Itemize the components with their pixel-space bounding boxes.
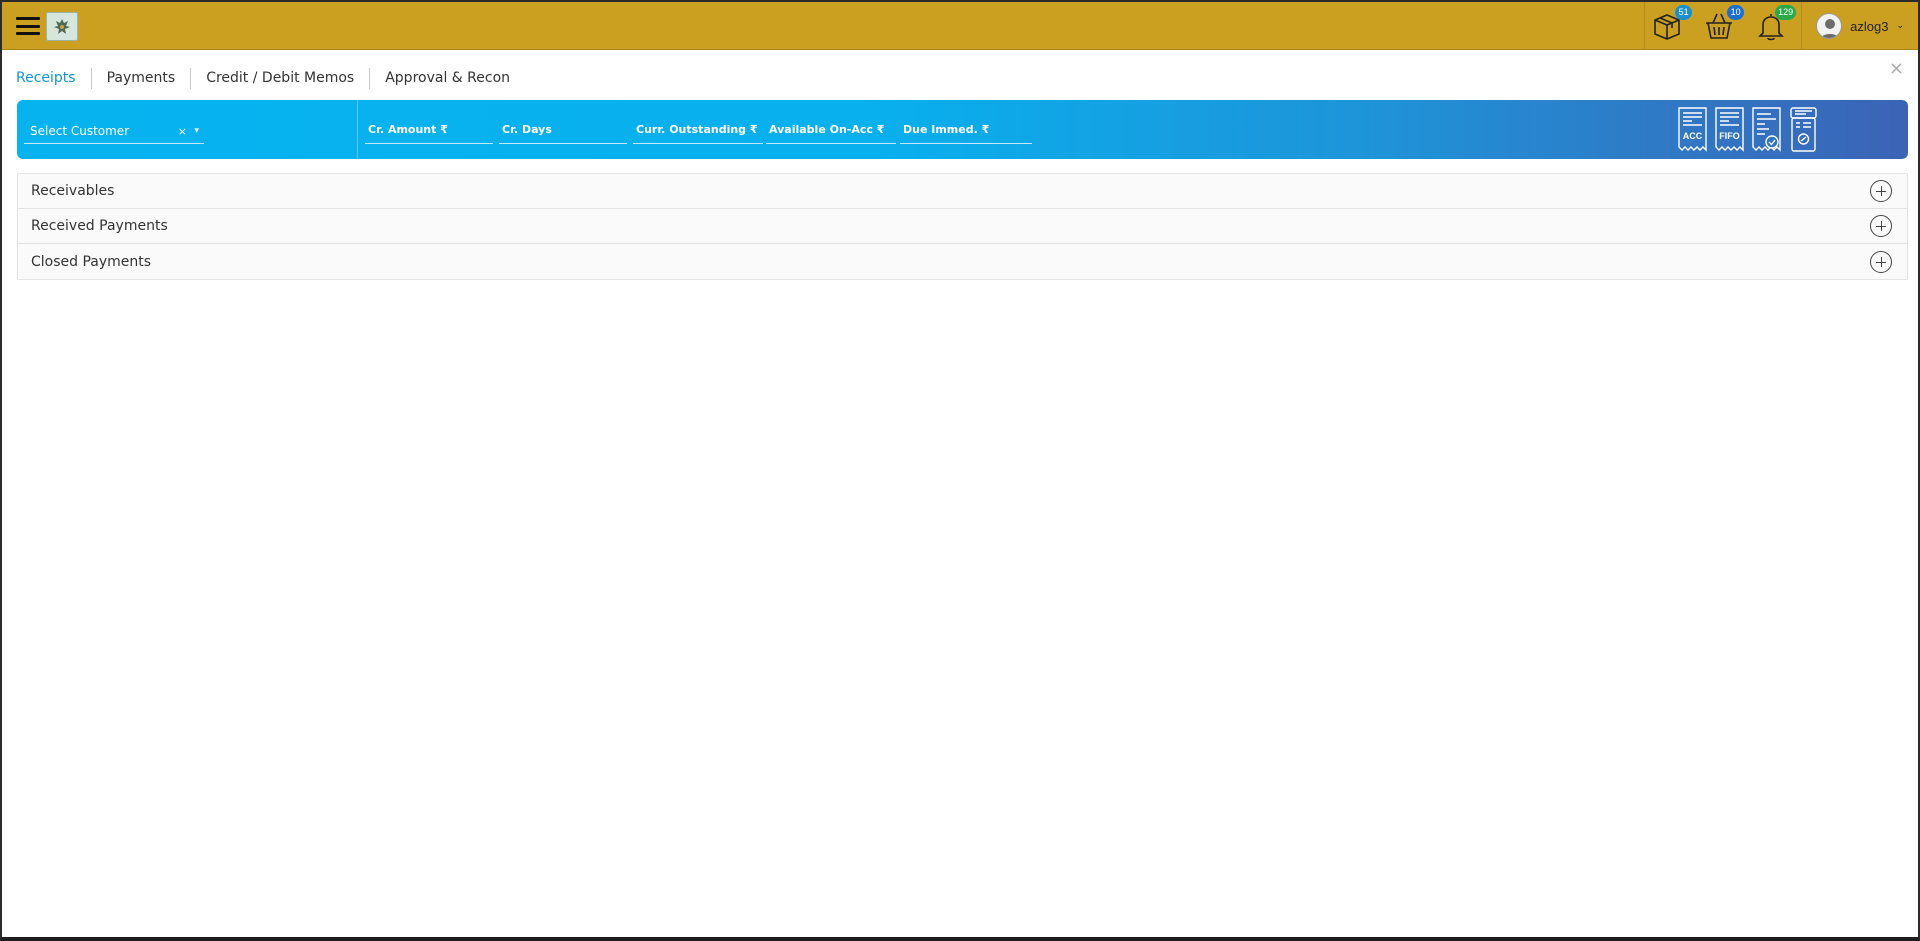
section-title: Received Payments xyxy=(31,218,168,234)
credit-amount-field: Cr. Amount ₹ xyxy=(365,120,493,144)
tab-approval-recon[interactable]: Approval & Recon xyxy=(370,68,525,89)
customer-select-placeholder: Select Customer xyxy=(30,124,130,138)
chevron-down-icon: ⌄ xyxy=(1896,21,1904,31)
expand-plus-icon[interactable] xyxy=(1870,215,1892,237)
acc-receipt-icon[interactable]: ACC xyxy=(1677,106,1708,154)
svg-text:FIFO: FIFO xyxy=(1719,131,1740,141)
bell-icon[interactable]: 129 xyxy=(1755,5,1797,42)
customer-select[interactable]: Select Customer × ▾ xyxy=(24,120,204,144)
bell-badge: 129 xyxy=(1775,5,1797,20)
section-receivables[interactable]: Receivables xyxy=(18,174,1907,209)
tab-payments[interactable]: Payments xyxy=(92,68,192,89)
tab-credit-debit-memos[interactable]: Credit / Debit Memos xyxy=(191,68,371,89)
section-title: Receivables xyxy=(31,183,115,199)
svg-text:ACC: ACC xyxy=(1683,131,1703,141)
basket-badge: 10 xyxy=(1727,5,1745,20)
available-on-account-field: Available On-Acc ₹ xyxy=(766,120,896,144)
section-closed-payments[interactable]: Closed Payments xyxy=(18,244,1907,279)
credit-days-field: Cr. Days xyxy=(499,120,627,144)
receipt-sections: Receivables Received Payments Closed Pay… xyxy=(17,173,1908,280)
filter-divider xyxy=(357,100,358,159)
due-immediately-field: Due Immed. ₹ xyxy=(900,120,1032,144)
app-frame: 51 10 129 azlog3 ⌄ × Receipts Payments C… xyxy=(0,0,1920,941)
device-receipt-icon[interactable] xyxy=(1788,106,1819,154)
customer-filter-bar: Select Customer × ▾ Cr. Amount ₹ Cr. Day… xyxy=(17,100,1908,159)
caret-down-icon[interactable]: ▾ xyxy=(194,126,199,136)
close-icon[interactable]: × xyxy=(1889,60,1904,78)
approve-receipt-icon[interactable] xyxy=(1751,106,1782,154)
user-menu[interactable]: azlog3 ⌄ xyxy=(1802,2,1918,50)
section-title: Closed Payments xyxy=(31,253,152,270)
package-icon[interactable]: 51 xyxy=(1651,5,1693,42)
clear-icon[interactable]: × xyxy=(178,125,187,138)
current-outstanding-field: Curr. Outstanding ₹ xyxy=(633,120,763,144)
section-received-payments[interactable]: Received Payments xyxy=(18,209,1907,244)
receipt-actions: ACC FIFO xyxy=(1677,106,1819,154)
basket-icon[interactable]: 10 xyxy=(1703,5,1745,42)
package-badge: 51 xyxy=(1675,5,1693,20)
top-bar: 51 10 129 azlog3 ⌄ xyxy=(2,2,1918,50)
company-logo[interactable] xyxy=(46,12,78,41)
avatar xyxy=(1816,13,1843,39)
fifo-receipt-icon[interactable]: FIFO xyxy=(1714,106,1745,154)
menu-icon[interactable] xyxy=(16,17,40,35)
expand-plus-icon[interactable] xyxy=(1870,180,1892,202)
tab-receipts[interactable]: Receipts xyxy=(16,68,92,89)
actions-divider xyxy=(1666,100,1667,159)
tab-bar: Receipts Payments Credit / Debit Memos A… xyxy=(16,68,525,89)
expand-plus-icon[interactable] xyxy=(1870,250,1892,273)
user-name: azlog3 xyxy=(1850,18,1889,34)
